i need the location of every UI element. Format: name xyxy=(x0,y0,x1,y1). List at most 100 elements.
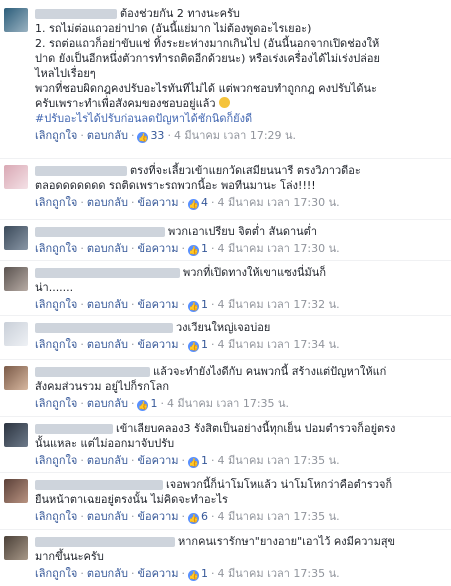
divider xyxy=(0,472,451,473)
thumbs-up-icon[interactable]: 👍 xyxy=(188,199,200,210)
comment-actions: เลิกถูกใจ · ตอบกลับ · ข้อความ · 👍 1 · 4 มีนาคม เว… xyxy=(35,298,340,312)
avatar[interactable] xyxy=(4,226,28,250)
comment-body: ต้องช่วยกัน 2 ทางนะครับ 1. รถไม่ต่อแถวอย… xyxy=(35,6,445,143)
hashtag-link[interactable]: #ปรับอะไรได้ปรับก่อนลดปัญหาได้ชักนิดก็ยั… xyxy=(35,111,445,126)
comment-body: วงเวียนใหญ่เจอบ่อย เลิกถูกใจ · ตอบกลับ · ข้อ… xyxy=(35,320,445,352)
unlike-link[interactable]: เลิกถูกใจ xyxy=(35,129,77,142)
comment-line: มากขึ้นนะครับ xyxy=(35,550,104,563)
commenter-name-blurred[interactable] xyxy=(35,9,117,19)
like-count[interactable]: 6 xyxy=(201,510,208,523)
divider xyxy=(0,359,451,360)
comment-line: ต้องช่วยกัน 2 ทางนะครับ xyxy=(35,6,445,21)
unlike-link[interactable]: เลิกถูกใจ xyxy=(35,454,77,467)
unlike-link[interactable]: เลิกถูกใจ xyxy=(35,196,77,209)
comment-actions: เลิกถูกใจ · ตอบกลับ · ข้อความ · 👍 1 · 4 มีนาคม เว… xyxy=(35,454,340,468)
unlike-link[interactable]: เลิกถูกใจ xyxy=(35,298,77,311)
reply-link[interactable]: ตอบกลับ xyxy=(87,454,128,467)
unlike-link[interactable]: เลิกถูกใจ xyxy=(35,338,77,351)
comment-line: พวกที่ชอบผิดกฎคงปรับอะไรทันทีไม่ได้ แต่พ… xyxy=(35,82,377,95)
like-count[interactable]: 4 xyxy=(201,196,208,209)
commenter-name-blurred[interactable] xyxy=(35,268,180,278)
comment-actions: เลิกถูกใจ · ตอบกลับ · ข้อความ · 👍 4 · 4 มีนาคม เว… xyxy=(35,196,340,210)
thumbs-up-icon[interactable]: 👍 xyxy=(137,400,149,411)
comment-line: เจอพวกนี้ก็น่าโมโหแล้ว น่าโมโหกว่าคือตำร… xyxy=(35,477,445,492)
commenter-name-blurred[interactable] xyxy=(35,227,165,237)
timestamp[interactable]: 4 มีนาคม เวลา 17:35 น. xyxy=(218,454,340,467)
comment-body: เข้าเลียบคลอง3 รังสิตเป็นอย่างนี้ทุกเย็น… xyxy=(35,421,445,468)
unlike-link[interactable]: เลิกถูกใจ xyxy=(35,397,77,410)
timestamp[interactable]: 4 มีนาคม เวลา 17:35 น. xyxy=(218,510,340,523)
thumbs-up-icon[interactable]: 👍 xyxy=(137,132,149,143)
like-count[interactable]: 1 xyxy=(201,298,208,311)
divider xyxy=(0,529,451,530)
comment-line: ตลอดดดดดดด รถติดเพราะรถพวกนี้อะ พอทีนมาน… xyxy=(35,179,316,192)
like-count[interactable]: 1 xyxy=(201,242,208,255)
unlike-link[interactable]: เลิกถูกใจ xyxy=(35,567,77,580)
comment-line: ยืนหน้าตาเฉยอยู่ตรงนั้น ไม่คิดจะทำอะไร xyxy=(35,493,228,506)
unlike-link[interactable]: เลิกถูกใจ xyxy=(35,242,77,255)
message-link[interactable]: ข้อความ xyxy=(137,298,178,311)
message-link[interactable]: ข้อความ xyxy=(137,242,178,255)
timestamp[interactable]: 4 มีนาคม เวลา 17:35 น. xyxy=(167,397,289,410)
comment-line: สังคมส่วนรวม อยู่ไปก็รกโลก xyxy=(35,380,170,393)
comment-actions: เลิกถูกใจ · ตอบกลับ · ข้อความ · 👍 1 · 4 มีนาคม เว… xyxy=(35,242,340,256)
message-link[interactable]: ข้อความ xyxy=(137,196,178,209)
reply-link[interactable]: ตอบกลับ xyxy=(87,338,128,351)
comment-body: หากคนเรารักษา"ยางอาย"เอาไว้ คงมีความสุข … xyxy=(35,534,445,581)
timestamp[interactable]: 4 มีนาคม เวลา 17:34 น. xyxy=(218,338,340,351)
thumbs-up-icon[interactable]: 👍 xyxy=(188,513,200,524)
commenter-name-blurred[interactable] xyxy=(35,323,173,333)
like-count[interactable]: 1 xyxy=(201,567,208,580)
comment-body: พวกเอาเปรียบ จิตต่ำ สันดานต่ำ เลิกถูกใจ ·… xyxy=(35,224,445,256)
avatar[interactable] xyxy=(4,423,28,447)
avatar[interactable] xyxy=(4,267,28,291)
message-link[interactable]: ข้อความ xyxy=(137,567,178,580)
thumbs-up-icon[interactable]: 👍 xyxy=(188,245,200,256)
like-count[interactable]: 1 xyxy=(201,338,208,351)
avatar[interactable] xyxy=(4,479,28,503)
reply-link[interactable]: ตอบกลับ xyxy=(87,129,128,142)
commenter-name-blurred[interactable] xyxy=(35,367,150,377)
avatar[interactable] xyxy=(4,322,28,346)
timestamp[interactable]: 4 มีนาคม เวลา 17:30 น. xyxy=(218,242,340,255)
like-count[interactable]: 1 xyxy=(150,397,157,410)
comment-line: ไหลไปเรื่อยๆ xyxy=(35,67,96,80)
commenter-name-blurred[interactable] xyxy=(35,166,127,176)
commenter-name-blurred[interactable] xyxy=(35,424,113,434)
like-count[interactable]: 33 xyxy=(150,129,164,142)
thumbs-up-icon[interactable]: 👍 xyxy=(188,301,200,312)
comment-body: เจอพวกนี้ก็น่าโมโหแล้ว น่าโมโหกว่าคือตำร… xyxy=(35,477,445,524)
unlike-link[interactable]: เลิกถูกใจ xyxy=(35,510,77,523)
comment-line: 1. รถไม่ต่อแถวอย่าปาด (อันนี้แย่มาก ไม่ต… xyxy=(35,22,312,35)
message-link[interactable]: ข้อความ xyxy=(137,510,178,523)
avatar[interactable] xyxy=(4,536,28,560)
comment-line: พวกที่เปิดทางให้เขาแซงนี่มันก็ xyxy=(35,265,445,280)
reply-link[interactable]: ตอบกลับ xyxy=(87,567,128,580)
timestamp[interactable]: 4 มีนาคม เวลา 17:30 น. xyxy=(218,196,340,209)
comment-actions: เลิกถูกใจ · ตอบกลับ · 👍 33 · 4 มีนาคม เวลา 17:2… xyxy=(35,129,297,143)
reply-link[interactable]: ตอบกลับ xyxy=(87,298,128,311)
reply-link[interactable]: ตอบกลับ xyxy=(87,510,128,523)
commenter-name-blurred[interactable] xyxy=(35,537,175,547)
commenter-name-blurred[interactable] xyxy=(35,480,163,490)
reply-link[interactable]: ตอบกลับ xyxy=(87,242,128,255)
avatar[interactable] xyxy=(4,165,28,189)
like-count[interactable]: 1 xyxy=(201,454,208,467)
thumbs-up-icon[interactable]: 👍 xyxy=(188,341,200,352)
thumbs-up-icon[interactable]: 👍 xyxy=(188,570,200,581)
thumbs-up-icon[interactable]: 👍 xyxy=(188,457,200,468)
timestamp[interactable]: 4 มีนาคม เวลา 17:29 น. xyxy=(174,129,296,142)
reply-link[interactable]: ตอบกลับ xyxy=(87,196,128,209)
message-link[interactable]: ข้อความ xyxy=(137,454,178,467)
avatar[interactable] xyxy=(4,366,28,390)
avatar[interactable] xyxy=(4,8,28,32)
comment-body: แล้วจะทำยังไงดีกับ คนพวกนี้ สร้างแต่ปัญห… xyxy=(35,364,445,411)
timestamp[interactable]: 4 มีนาคม เวลา 17:32 น. xyxy=(218,298,340,311)
reply-link[interactable]: ตอบกลับ xyxy=(87,397,128,410)
comment-line: พวกเอาเปรียบ จิตต่ำ สันดานต่ำ xyxy=(35,224,445,239)
divider xyxy=(0,416,451,417)
comment-line: น่า....... xyxy=(35,281,74,294)
message-link[interactable]: ข้อความ xyxy=(137,338,178,351)
timestamp[interactable]: 4 มีนาคม เวลา 17:35 น. xyxy=(218,567,340,580)
smile-emoji-icon xyxy=(219,97,231,108)
